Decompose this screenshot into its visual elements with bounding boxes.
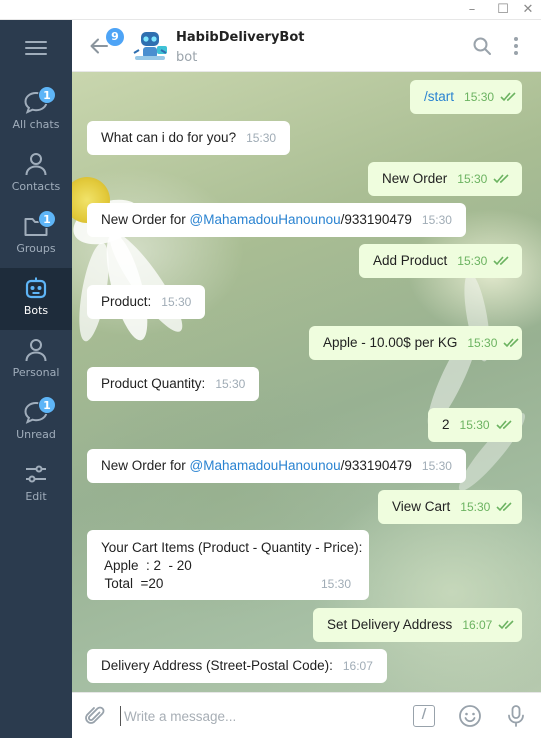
message-text: /933190479 (340, 212, 412, 227)
message-time: 16:07 (462, 618, 493, 632)
message-outgoing[interactable]: Apple - 10.00$ per KG 15:30 (309, 326, 522, 360)
message-time: 16:07 (342, 659, 373, 673)
message-incoming[interactable]: Your Cart Items (Product - Quantity - Pr… (87, 530, 369, 600)
message-text: Set Delivery Address (327, 617, 453, 632)
message-text: Product Quantity: (101, 376, 206, 391)
minimize-button[interactable]: – (460, 1, 484, 19)
message-incoming[interactable]: New Order for @MahamadouHanounou/9331904… (87, 203, 466, 237)
sidebar-item-groups[interactable]: 1 Groups (0, 206, 72, 268)
message-time: 15:30 (457, 172, 488, 186)
close-button[interactable]: ✕ (516, 1, 540, 19)
sliders-icon (26, 465, 46, 483)
message-line: Total =20 (101, 576, 164, 591)
chat-header: 9 HabibDeliveryBot bot (72, 20, 541, 72)
message-input[interactable] (120, 706, 400, 726)
search-icon[interactable] (472, 36, 492, 56)
hamburger-menu-icon[interactable] (25, 41, 47, 55)
message-outgoing[interactable]: /start 15:30 (410, 80, 522, 114)
message-text: New Order for (101, 212, 190, 227)
message-time: 15:30 (460, 500, 491, 514)
bot-commands-button[interactable]: / (413, 705, 435, 727)
double-check-icon (493, 174, 509, 184)
sidebar-item-label: Unread (16, 428, 56, 441)
message-text: New Order (382, 171, 448, 186)
sidebar-item-label: Contacts (11, 180, 61, 193)
user-mention-link[interactable]: @MahamadouHanounou (190, 458, 341, 473)
double-check-icon (498, 620, 514, 630)
message-text: Add Product (373, 253, 448, 268)
message-time: 15:30 (215, 377, 246, 391)
message-time: 15:30 (464, 90, 495, 104)
message-time: 15:30 (421, 459, 452, 473)
message-time: 15:30 (467, 336, 498, 350)
message-list[interactable]: /start 15:30 What can i do for you? 15:30 … (72, 72, 541, 692)
message-outgoing[interactable]: Set Delivery Address 16:07 (313, 608, 522, 642)
message-outgoing[interactable]: 2 15:30 (428, 408, 522, 442)
microphone-icon[interactable] (506, 704, 526, 728)
message-time: 15:30 (457, 254, 488, 268)
bot-icon (25, 277, 47, 299)
chat-subtitle: bot (176, 50, 198, 65)
user-mention-link[interactable]: @MahamadouHanounou (190, 212, 341, 227)
double-check-icon (493, 256, 509, 266)
unread-badge: 1 (38, 210, 56, 228)
message-line: Apple : 2 - 20 (101, 558, 192, 573)
sidebar-item-unread[interactable]: 1 Unread (0, 392, 72, 454)
message-incoming[interactable]: What can i do for you? 15:30 (87, 121, 291, 155)
message-incoming[interactable]: Product Quantity: 15:30 (87, 367, 260, 401)
bot-command-link[interactable]: /start (424, 89, 454, 104)
unread-badge: 1 (38, 86, 56, 104)
window-titlebar: – ☐ ✕ (0, 0, 541, 20)
message-text: New Order for (101, 458, 190, 473)
sidebar-item-label: Edit (25, 490, 47, 503)
message-text: Delivery Address (Street-Postal Code): (101, 658, 333, 673)
message-outgoing[interactable]: Add Product 15:30 (359, 244, 522, 278)
double-check-icon (500, 92, 516, 102)
message-incoming[interactable]: New Order for @MahamadouHanounou/9331904… (87, 449, 466, 483)
message-text: View Cart (392, 499, 451, 514)
chat-title[interactable]: HabibDeliveryBot (176, 30, 304, 45)
message-composer: / (72, 692, 541, 738)
sidebar-item-personal[interactable]: Personal (0, 330, 72, 392)
message-time: 15:30 (459, 418, 490, 432)
message-outgoing[interactable]: New Order 15:30 (368, 162, 522, 196)
sidebar-item-edit[interactable]: Edit (0, 454, 72, 516)
emoji-icon[interactable] (458, 704, 482, 728)
sidebar-item-label: Groups (16, 242, 56, 255)
message-time: 15:30 (320, 577, 351, 591)
sidebar-item-label: All chats (12, 118, 60, 131)
person-icon (25, 153, 47, 176)
sidebar: 1 All chats Contacts 1 Groups Bots Perso… (0, 20, 72, 738)
unread-badge: 1 (38, 396, 56, 414)
message-time: 15:30 (421, 213, 452, 227)
double-check-icon (503, 338, 519, 348)
sidebar-item-label: Bots (23, 304, 49, 317)
message-incoming[interactable]: Product: 15:30 (87, 285, 206, 319)
message-text: Apple - 10.00$ per KG (323, 335, 458, 350)
message-time: 15:30 (161, 295, 192, 309)
message-incoming[interactable]: Delivery Address (Street-Postal Code): 16… (87, 649, 387, 683)
message-line: Your Cart Items (Product - Quantity - Pr… (101, 540, 363, 555)
double-check-icon (496, 502, 512, 512)
unread-count-badge: 9 (106, 28, 124, 46)
sidebar-item-bots[interactable]: Bots (0, 268, 72, 330)
maximize-button[interactable]: ☐ (491, 1, 515, 19)
message-text: What can i do for you? (101, 130, 237, 145)
paperclip-icon[interactable] (84, 705, 106, 727)
message-text: Product: (101, 294, 152, 309)
message-time: 15:30 (246, 131, 277, 145)
bot-avatar[interactable] (130, 26, 170, 66)
double-check-icon (495, 420, 512, 430)
sidebar-item-contacts[interactable]: Contacts (0, 144, 72, 206)
person-icon (25, 339, 47, 362)
message-text: 2 (442, 417, 450, 432)
sidebar-item-label: Personal (12, 366, 60, 379)
message-outgoing[interactable]: View Cart 15:30 (378, 490, 522, 524)
more-vertical-icon[interactable] (512, 36, 520, 56)
message-text: /933190479 (340, 458, 412, 473)
sidebar-item-all-chats[interactable]: 1 All chats (0, 82, 72, 144)
